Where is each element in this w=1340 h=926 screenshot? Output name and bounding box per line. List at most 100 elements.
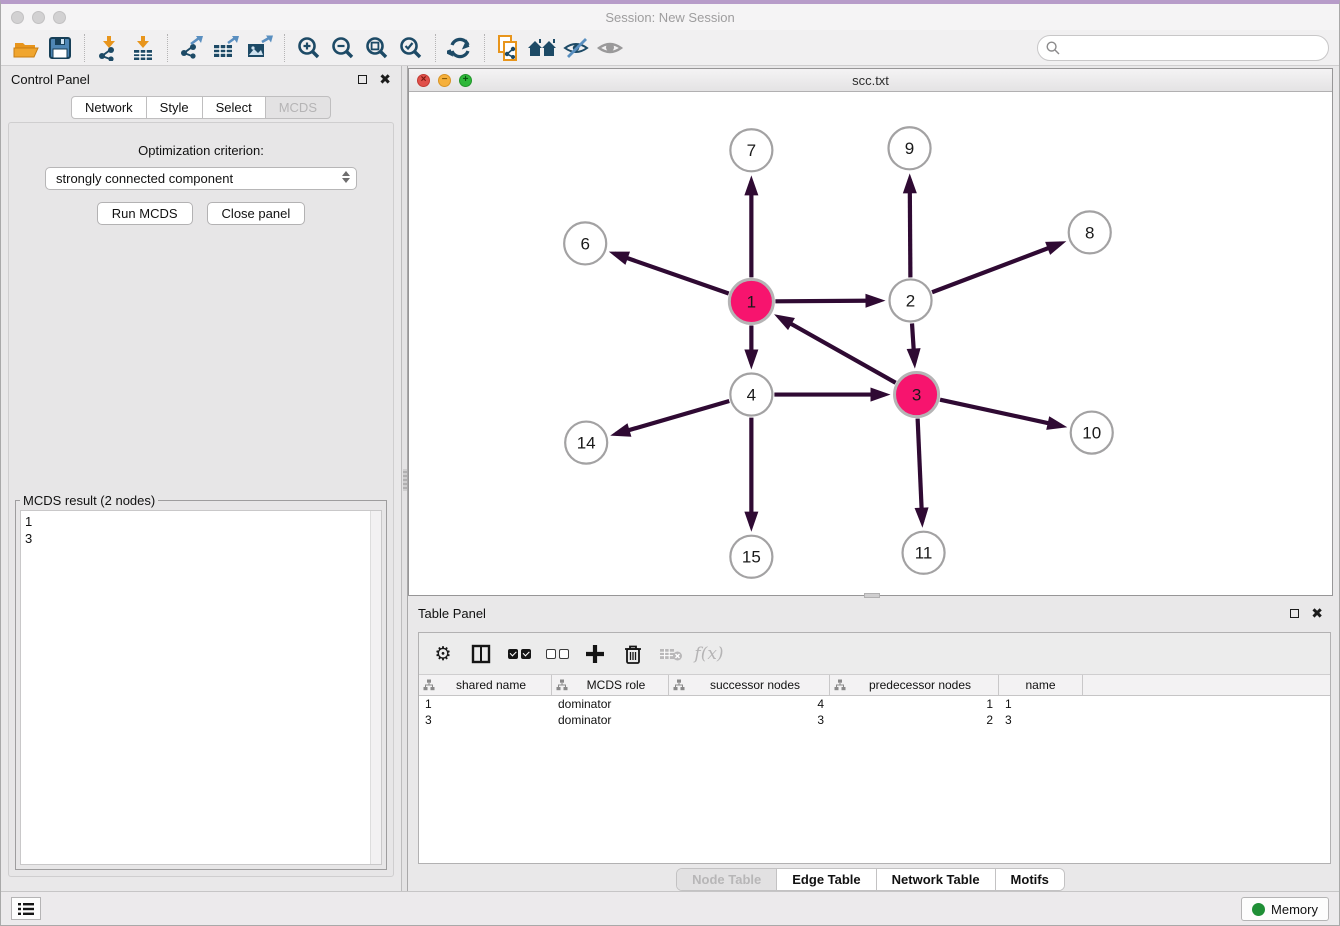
- network-graph[interactable]: 7 9 6 8 1 2 4 3 14 10 15 11: [409, 92, 1332, 595]
- search-box: [1037, 35, 1329, 61]
- run-mcds-button[interactable]: Run MCDS: [97, 202, 193, 225]
- graph-node-2[interactable]: 2: [890, 279, 932, 321]
- tab-select[interactable]: Select: [202, 96, 266, 119]
- cell-predecessor-nodes[interactable]: 2: [830, 713, 999, 727]
- open-session-button[interactable]: [9, 33, 43, 63]
- add-column-button[interactable]: [581, 640, 609, 668]
- tab-network[interactable]: Network: [71, 96, 147, 119]
- table-row[interactable]: 1 dominator 4 1 1: [419, 696, 1330, 712]
- eye-slash-icon: [563, 36, 591, 60]
- import-network-button[interactable]: [92, 33, 126, 63]
- result-scrollbar[interactable]: [370, 511, 381, 864]
- memory-button[interactable]: Memory: [1241, 897, 1329, 921]
- graph-node-15[interactable]: 15: [730, 536, 772, 578]
- cell-shared-name[interactable]: 1: [419, 697, 552, 711]
- hierarchy-icon: [423, 679, 435, 691]
- float-table-panel-icon[interactable]: [1290, 609, 1299, 618]
- delete-column-button[interactable]: [619, 640, 647, 668]
- panel-splitter[interactable]: [401, 66, 408, 891]
- network-window-titlebar[interactable]: × − + scc.txt: [409, 69, 1332, 92]
- unselect-all-button[interactable]: [543, 640, 571, 668]
- task-history-button[interactable]: [11, 897, 41, 920]
- search-input[interactable]: [1037, 35, 1329, 61]
- cell-mcds-role[interactable]: dominator: [552, 713, 669, 727]
- splitter-grip[interactable]: [403, 469, 407, 491]
- cell-mcds-role[interactable]: dominator: [552, 697, 669, 711]
- graph-edge-3-11[interactable]: [918, 419, 923, 522]
- cell-name[interactable]: 3: [999, 713, 1083, 727]
- column-header-mcds-role[interactable]: MCDS role: [552, 675, 669, 695]
- cell-successor-nodes[interactable]: 3: [669, 713, 830, 727]
- graph-edge-2-9[interactable]: [910, 179, 911, 277]
- svg-text:6: 6: [580, 234, 589, 253]
- graph-node-4[interactable]: 4: [730, 374, 772, 416]
- cell-predecessor-nodes[interactable]: 1: [830, 697, 999, 711]
- graph-node-8[interactable]: 8: [1069, 211, 1111, 253]
- split-columns-button[interactable]: [467, 640, 495, 668]
- zoom-out-button[interactable]: [326, 33, 360, 63]
- show-panels-button[interactable]: [594, 33, 628, 63]
- float-panel-icon[interactable]: [358, 75, 367, 84]
- graph-node-14[interactable]: 14: [565, 422, 607, 464]
- close-table-panel-icon[interactable]: ✖: [1311, 606, 1323, 620]
- svg-text:7: 7: [747, 141, 756, 160]
- cell-name[interactable]: 1: [999, 697, 1083, 711]
- import-table-button[interactable]: [126, 33, 160, 63]
- window-resize-grip[interactable]: [864, 593, 880, 598]
- column-header-shared-name[interactable]: shared name: [419, 675, 552, 695]
- close-panel-icon[interactable]: ✖: [379, 72, 391, 86]
- export-table-button[interactable]: [209, 33, 243, 63]
- zoom-in-button[interactable]: [292, 33, 326, 63]
- graph-node-7[interactable]: 7: [730, 129, 772, 171]
- copy-network-button[interactable]: [492, 33, 526, 63]
- tab-mcds[interactable]: MCDS: [265, 96, 331, 119]
- cell-shared-name[interactable]: 3: [419, 713, 552, 727]
- save-session-button[interactable]: [43, 33, 77, 63]
- tab-node-table[interactable]: Node Table: [677, 869, 776, 890]
- graph-edge-3-1[interactable]: [779, 317, 895, 383]
- export-image-button[interactable]: [243, 33, 277, 63]
- function-builder-button[interactable]: f(x): [695, 640, 723, 668]
- criterion-dropdown[interactable]: strongly connected component: [45, 167, 357, 190]
- graph-node-1[interactable]: 1: [729, 279, 773, 323]
- graph-node-9[interactable]: 9: [889, 127, 931, 169]
- tab-style[interactable]: Style: [146, 96, 203, 119]
- graph-edge-4-14[interactable]: [616, 401, 729, 434]
- titlebar: Session: New Session: [1, 4, 1339, 30]
- hide-panels-button[interactable]: [560, 33, 594, 63]
- zoom-selected-button[interactable]: [394, 33, 428, 63]
- tab-motifs[interactable]: Motifs: [995, 869, 1064, 890]
- graph-edge-3-10[interactable]: [940, 400, 1061, 426]
- cell-successor-nodes[interactable]: 4: [669, 697, 830, 711]
- toolbar-separator: [167, 34, 168, 62]
- network-canvas[interactable]: 7 9 6 8 1 2 4 3 14 10 15 11: [409, 92, 1332, 595]
- column-header-predecessor-nodes[interactable]: predecessor nodes: [830, 675, 999, 695]
- graph-node-6[interactable]: 6: [564, 222, 606, 264]
- export-network-button[interactable]: [175, 33, 209, 63]
- mcds-result-title: MCDS result (2 nodes): [20, 493, 158, 508]
- column-header-name[interactable]: name: [999, 675, 1083, 695]
- graph-edge-2-8[interactable]: [932, 243, 1061, 292]
- graph-node-11[interactable]: 11: [903, 532, 945, 574]
- node-table-container: ⚙: [418, 632, 1331, 864]
- main-toolbar: [1, 30, 1339, 66]
- table-row[interactable]: 3 dominator 3 2 3: [419, 712, 1330, 728]
- graph-edge-1-2[interactable]: [775, 301, 879, 302]
- graph-edge-2-3[interactable]: [912, 323, 914, 362]
- delete-table-button[interactable]: [657, 640, 685, 668]
- column-header-successor-nodes[interactable]: successor nodes: [669, 675, 830, 695]
- close-panel-button[interactable]: Close panel: [207, 202, 306, 225]
- graph-node-10[interactable]: 10: [1071, 412, 1113, 454]
- refresh-layout-button[interactable]: [443, 33, 477, 63]
- home-button[interactable]: [526, 33, 560, 63]
- zoom-fit-button[interactable]: [360, 33, 394, 63]
- mcds-result-list[interactable]: 1 3: [20, 510, 382, 865]
- graph-edge-1-6[interactable]: [614, 254, 728, 294]
- table-body: 1 dominator 4 1 1 3 dominator 3 2 3: [419, 696, 1330, 728]
- graph-node-3[interactable]: 3: [895, 373, 939, 417]
- select-all-button[interactable]: [505, 640, 533, 668]
- tab-edge-table[interactable]: Edge Table: [776, 869, 875, 890]
- table-settings-button[interactable]: ⚙: [429, 640, 457, 668]
- tab-network-table[interactable]: Network Table: [876, 869, 995, 890]
- table-panel: Table Panel ✖ ⚙: [408, 600, 1333, 891]
